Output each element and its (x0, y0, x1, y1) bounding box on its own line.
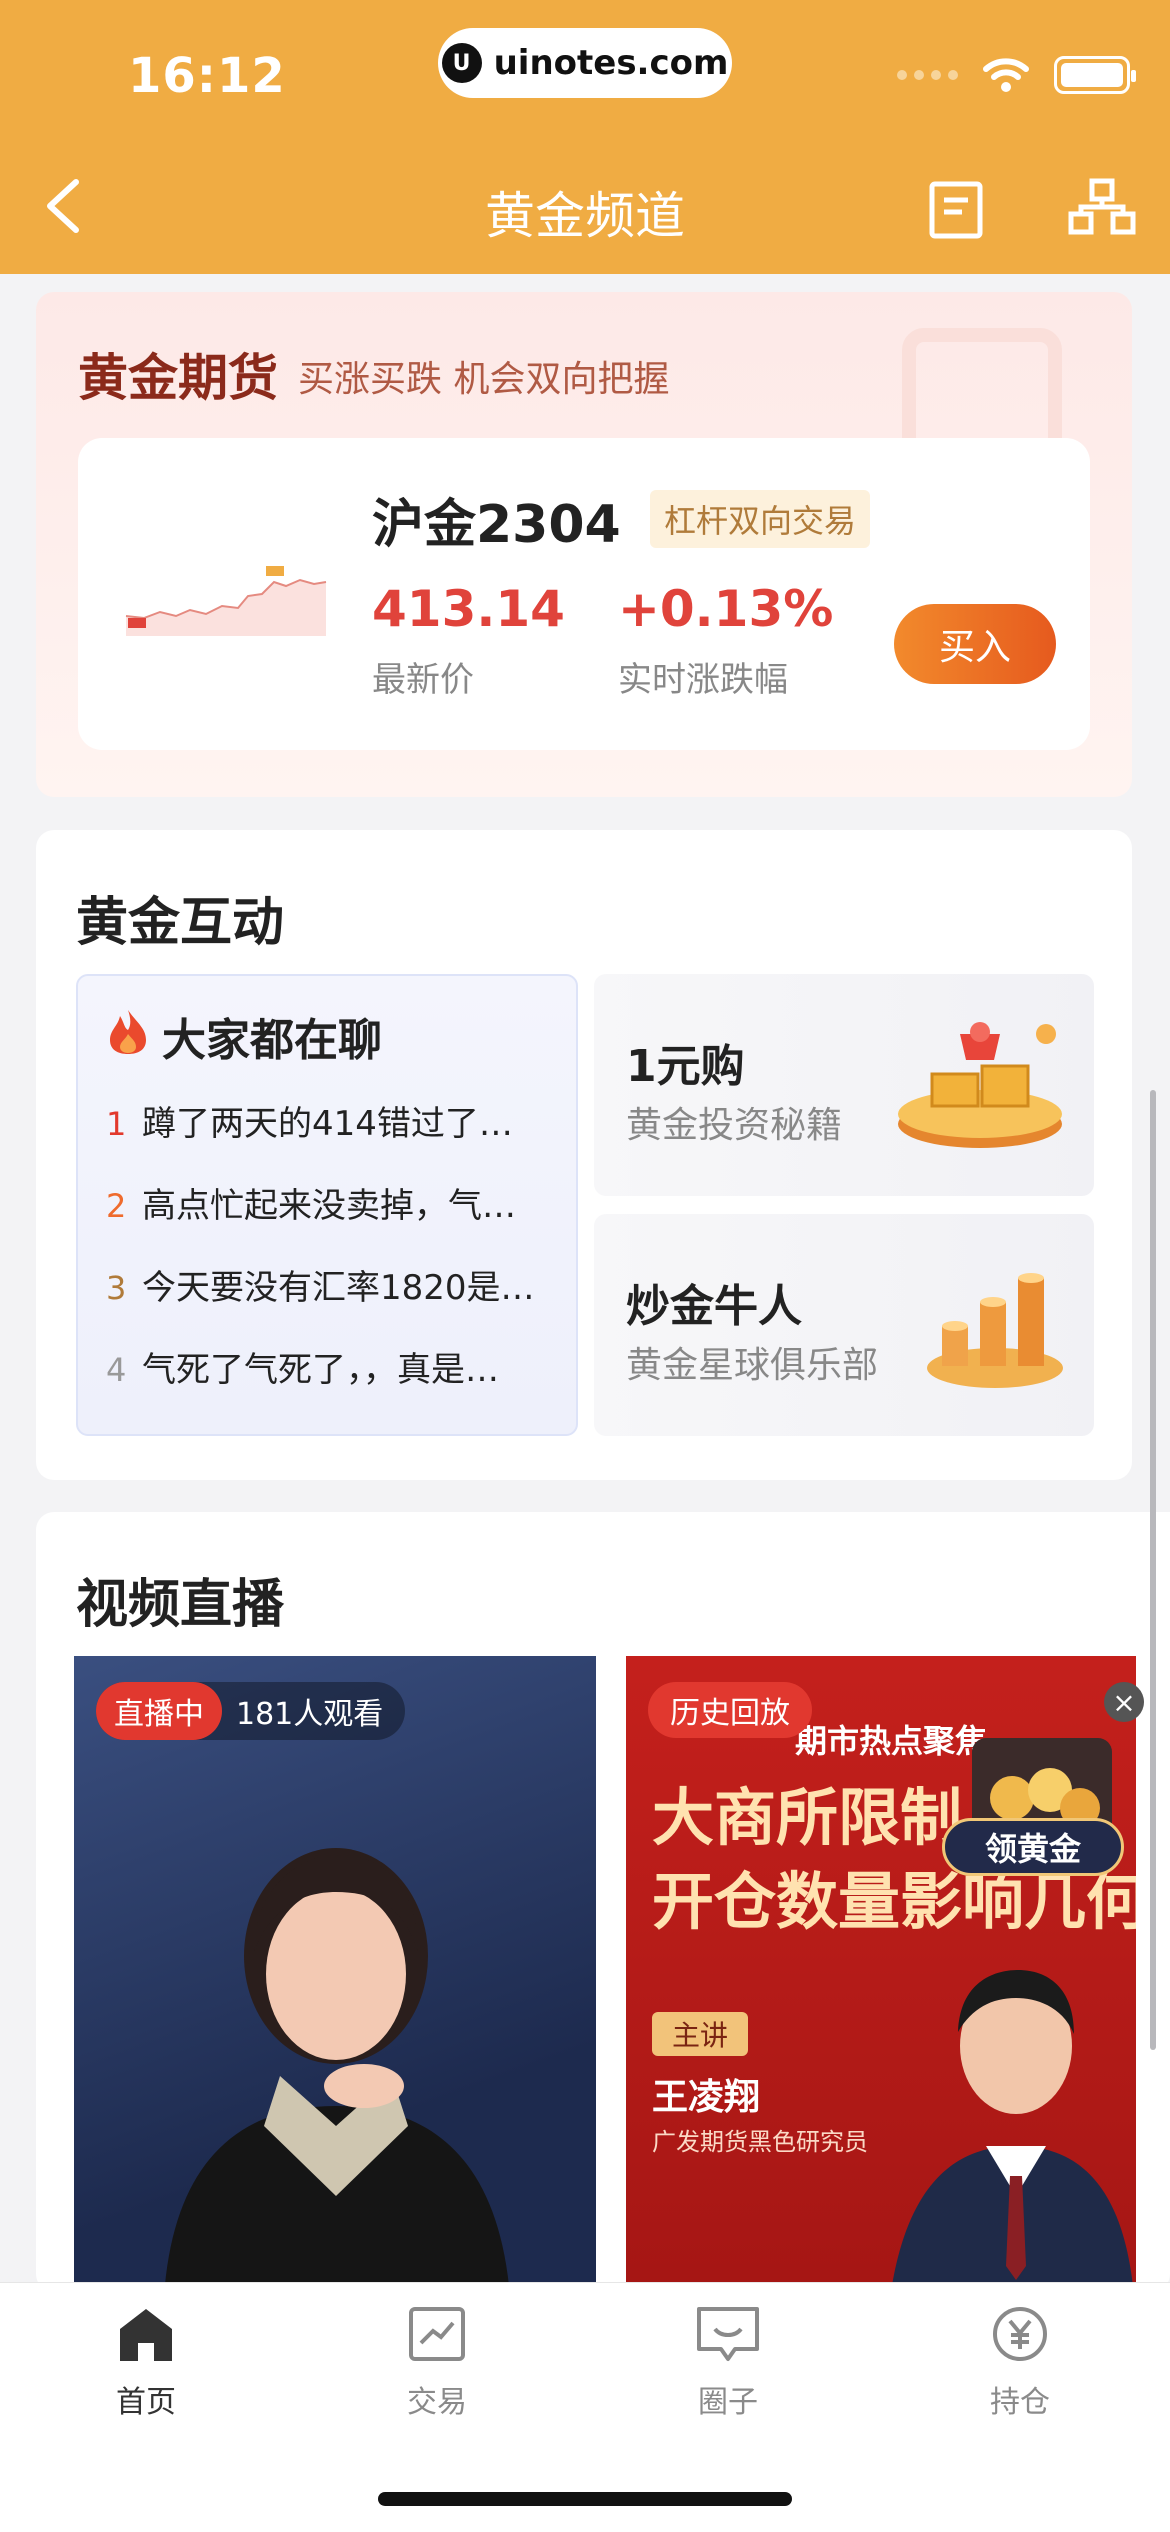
tab-home[interactable]: 首页 (46, 2305, 246, 2421)
chat-rank: 3 (106, 1269, 127, 1307)
video-live-card: 视频直播 直播中 181人观看 期市热点聚焦 大商所限制 开仓数量影响几何 主讲… (36, 1512, 1170, 2296)
tab-label: 首页 (116, 2385, 176, 2420)
home-icon (120, 2309, 172, 2361)
futures-title: 黄金期货 (78, 349, 278, 407)
live-video-thumbnail[interactable]: 直播中 181人观看 (74, 1656, 596, 2296)
tab-label: 持仓 (990, 2385, 1050, 2420)
flame-icon (110, 1010, 146, 1054)
chat-text: 高点忙起来没卖掉，气… (142, 1186, 516, 1226)
document-icon[interactable] (928, 180, 984, 240)
viewer-count: 181人观看 (236, 1697, 384, 1732)
change-percent: +0.13% (618, 580, 834, 638)
replay-badge: 历史回放 (648, 1682, 812, 1738)
app-header: 16:12 U uinotes.com 黄金频道 (0, 0, 1170, 274)
gold-futures-card: 黄金期货 买涨买跌 机会双向把握 沪金2304 杠杆双向交易 413.14 最新… (36, 292, 1132, 797)
status-time: 16:12 (128, 48, 286, 104)
promo-subtitle: 黄金投资秘籍 (626, 1105, 843, 1146)
chat-text: 蹲了两天的414错过了… (142, 1104, 513, 1144)
close-icon[interactable]: × (1104, 1682, 1144, 1722)
promo-subtitle: 黄金星球俱乐部 (626, 1345, 879, 1386)
gold-bars-gift-icon (898, 1022, 1062, 1148)
speaker-title: 广发期货黑色研究员 (652, 2128, 868, 2156)
change-percent-label: 实时涨跌幅 (618, 660, 788, 700)
chat-item[interactable]: 4 气死了气死了，，真是… (106, 1342, 556, 1391)
speaker-name: 王凌翔 (652, 2077, 761, 2118)
scrollbar[interactable] (1150, 1090, 1156, 2050)
chat-item[interactable]: 3 今天要没有汇率1820是… (106, 1260, 556, 1309)
url-text: uinotes.com (493, 43, 729, 83)
chat-rank: 4 (106, 1351, 127, 1389)
buy-button[interactable]: 买入 (894, 604, 1056, 684)
section-title-video: 视频直播 (76, 1575, 285, 1635)
promo-gold-master[interactable]: 炒金牛人 黄金星球俱乐部 (594, 1214, 1094, 1436)
status-indicators (897, 56, 1136, 94)
leverage-tag: 杠杆双向交易 (650, 490, 871, 548)
chat-bubble-icon (697, 2307, 759, 2361)
gold-interaction-card: 黄金互动 大家都在聊 1 蹲了两天的414错过了… 2 高点忙起来没卖掉，气… … (36, 830, 1132, 1480)
home-indicator[interactable] (378, 2492, 792, 2506)
chart-trend-icon (409, 2307, 465, 2361)
speaker-portrait-image (890, 1970, 1134, 2296)
quote-box[interactable]: 沪金2304 杠杆双向交易 413.14 最新价 +0.13% 实时涨跌幅 买入 (78, 438, 1090, 750)
price-sparkline (125, 566, 327, 636)
promo-title: 炒金牛人 (626, 1281, 802, 1332)
hot-chat-panel[interactable]: 大家都在聊 1 蹲了两天的414错过了… 2 高点忙起来没卖掉，气… 3 今天要… (76, 974, 578, 1436)
host-portrait-image (164, 1848, 510, 2296)
tab-trade[interactable]: 交易 (337, 2305, 537, 2421)
chat-text: 气死了气死了，，真是… (142, 1350, 499, 1390)
chat-text: 今天要没有汇率1820是… (142, 1268, 535, 1308)
yen-icon (993, 2307, 1047, 2361)
hot-chat-title: 大家都在聊 (162, 1015, 382, 1066)
live-tag: 直播中 (96, 1682, 222, 1740)
live-badge: 直播中 181人观看 (96, 1682, 406, 1740)
chat-rank: 2 (106, 1187, 127, 1225)
hierarchy-icon[interactable] (1068, 178, 1136, 236)
futures-subtitle: 买涨买跌 机会双向把握 (298, 359, 670, 400)
wifi-icon (983, 58, 1029, 92)
claim-gold-button[interactable]: 领黄金 (942, 1818, 1124, 1876)
page-title: 黄金频道 (485, 187, 685, 245)
chat-rank: 1 (106, 1105, 127, 1143)
signal-icon (897, 70, 958, 80)
section-title-interaction: 黄金互动 (76, 893, 285, 953)
promo-title: 1元购 (626, 1041, 745, 1092)
tab-holdings[interactable]: 持仓 (920, 2305, 1120, 2421)
battery-icon (1054, 56, 1136, 94)
speaker-tag: 主讲 (652, 2012, 749, 2056)
chat-item[interactable]: 1 蹲了两天的414错过了… (106, 1096, 556, 1145)
latest-price-label: 最新价 (372, 660, 474, 700)
chat-item[interactable]: 2 高点忙起来没卖掉，气… (106, 1178, 556, 1227)
latest-price: 413.14 (372, 580, 565, 638)
tab-label: 圈子 (698, 2385, 758, 2420)
gold-coin-stack-icon (927, 1273, 1063, 1388)
tab-community[interactable]: 圈子 (628, 2305, 828, 2421)
url-pill[interactable]: U uinotes.com (438, 28, 732, 98)
promo-one-yuan[interactable]: 1元购 黄金投资秘籍 (594, 974, 1094, 1196)
site-logo-icon: U (441, 43, 482, 83)
tab-label: 交易 (407, 2385, 467, 2420)
contract-name: 沪金2304 (372, 495, 621, 555)
